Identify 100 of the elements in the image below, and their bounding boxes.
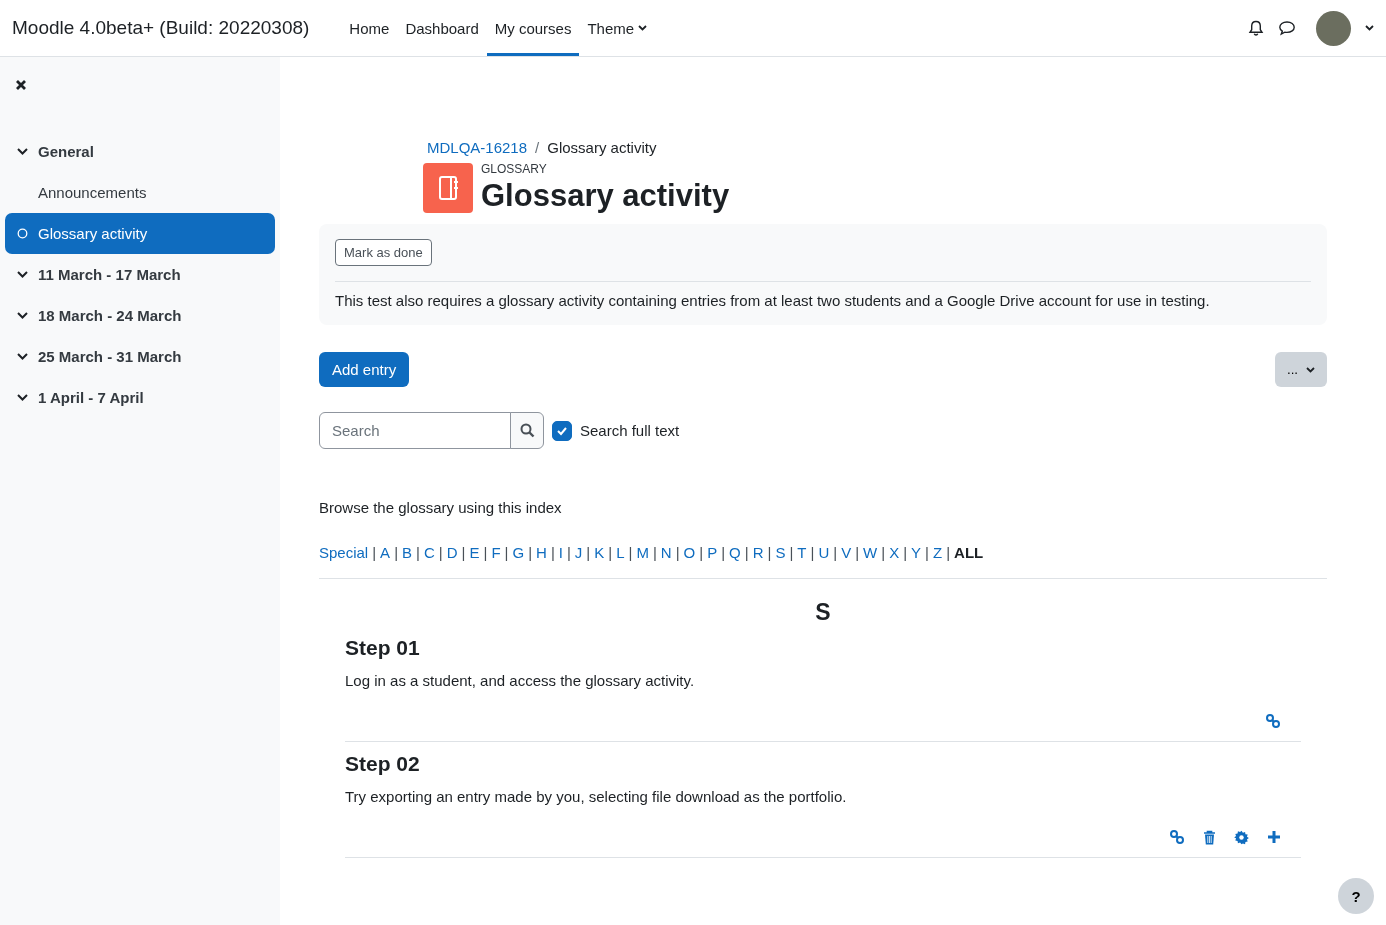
caret-icon: [1306, 366, 1316, 373]
index-letter-link[interactable]: N: [660, 544, 672, 561]
index-separator: |: [528, 544, 533, 561]
sidebar-item[interactable]: 18 March - 24 March: [5, 295, 275, 336]
index-separator: |: [608, 544, 613, 561]
letter-heading: S: [814, 599, 832, 626]
index-separator: |: [566, 544, 571, 561]
index-caption: Browse the glossary using this index: [319, 499, 563, 516]
index-separator: |: [881, 544, 886, 561]
index-letter-link[interactable]: M: [636, 544, 649, 561]
nav-link[interactable]: Theme: [579, 0, 656, 56]
index-letter-link[interactable]: U: [818, 544, 830, 561]
caret-icon[interactable]: [1365, 25, 1374, 31]
breadcrumb-link[interactable]: MDLQA-16218: [427, 139, 528, 156]
chevron-icon: [17, 353, 28, 360]
index-separator: |: [628, 544, 633, 561]
index-separator: |: [744, 544, 749, 561]
index-separator: |: [394, 544, 399, 561]
index-separator: |: [675, 544, 680, 561]
sidebar-item[interactable]: 25 March - 31 March: [5, 336, 275, 377]
index-letter-link[interactable]: T: [797, 544, 807, 561]
index-letter-link[interactable]: I: [558, 544, 563, 561]
module-type-label: GLOSSARY: [481, 162, 548, 176]
index-letter-link[interactable]: V: [841, 544, 852, 561]
index-letter-link[interactable]: H: [536, 544, 547, 561]
search-button[interactable]: [510, 412, 544, 449]
index-letter-link[interactable]: Y: [911, 544, 922, 561]
breadcrumb-current: Glossary activity: [547, 139, 657, 156]
index-letter-link[interactable]: A: [380, 544, 391, 561]
chain-link-icon[interactable]: [1265, 713, 1281, 729]
page-title: Glossary activity: [481, 178, 730, 214]
sidebar-item[interactable]: 1 April - 7 April: [5, 377, 275, 418]
nav-link[interactable]: My courses: [486, 0, 580, 56]
index-letter-link[interactable]: D: [446, 544, 458, 561]
entry-text: Try exporting an entry made by you, selecting file download as the portfolio.: [345, 788, 848, 805]
chat-bubble-icon[interactable]: [1278, 20, 1296, 36]
help-button[interactable]: ?: [1338, 878, 1374, 914]
index-letter-link[interactable]: ALL: [954, 544, 984, 561]
sidebar-item[interactable]: Announcements: [5, 172, 275, 213]
index-separator: |: [767, 544, 772, 561]
gear-icon[interactable]: [1234, 829, 1249, 845]
breadcrumb-separator: /: [535, 139, 540, 156]
nav-link[interactable]: Dashboard: [397, 0, 487, 56]
index-separator: |: [652, 544, 657, 561]
index-letter-link[interactable]: F: [491, 544, 501, 561]
checkbox[interactable]: [552, 420, 572, 441]
index-separator: |: [461, 544, 466, 561]
index-letter-link[interactable]: Q: [729, 544, 741, 561]
checkmark-icon: [556, 425, 568, 436]
chain-link-icon[interactable]: [1169, 829, 1185, 845]
index-letter-link[interactable]: S: [775, 544, 786, 561]
index-separator: |: [586, 544, 591, 561]
chevron-icon: [17, 312, 28, 319]
plus-icon[interactable]: [1267, 830, 1281, 844]
index-letter-link[interactable]: O: [683, 544, 696, 561]
sidebar-item[interactable]: General: [5, 131, 275, 172]
index-letter-link[interactable]: R: [752, 544, 764, 561]
index-letter-link[interactable]: P: [707, 544, 718, 561]
entry-text: Log in as a student, and access the glossary activity.: [345, 672, 696, 689]
index-separator: |: [550, 544, 555, 561]
index-letter-link[interactable]: X: [889, 544, 900, 561]
index-separator: |: [372, 544, 377, 561]
entry-title: Step 02: [345, 752, 421, 776]
index-separator: |: [504, 544, 509, 561]
close-icon[interactable]: [15, 79, 27, 91]
index-letter-link[interactable]: K: [594, 544, 605, 561]
index-letter-link[interactable]: B: [402, 544, 413, 561]
chevron-icon: [17, 271, 28, 278]
entry-title: Step 01: [345, 636, 421, 660]
activity-description: This test also requires a glossary activity containing entries from at least two students and a Google Drive account for use in testing.: [335, 292, 1211, 309]
index-letter-link[interactable]: C: [423, 544, 435, 561]
notebook-icon: [423, 163, 473, 213]
search-icon: [519, 423, 535, 438]
sidebar-item[interactable]: Glossary activity: [5, 213, 275, 254]
user-avatar[interactable]: [1316, 10, 1351, 46]
nav-link[interactable]: Home: [341, 0, 398, 56]
trash-icon[interactable]: [1203, 829, 1216, 845]
sidebar-item[interactable]: 11 March - 17 March: [5, 254, 275, 295]
index-letter-link[interactable]: L: [616, 544, 625, 561]
more-actions-button[interactable]: ...: [1275, 352, 1327, 387]
index-separator: |: [438, 544, 443, 561]
index-separator: |: [946, 544, 951, 561]
index-letter-link[interactable]: Z: [933, 544, 943, 561]
index-letter-link[interactable]: E: [469, 544, 480, 561]
checkbox-label[interactable]: Search full text: [580, 422, 680, 439]
mark-as-done-button[interactable]: Mark as done: [335, 239, 432, 266]
index-letter-link[interactable]: W: [863, 544, 878, 561]
site-name[interactable]: Moodle 4.0beta+ (Build: 20220308): [12, 17, 310, 39]
index-separator: |: [855, 544, 860, 561]
index-letter-link[interactable]: J: [574, 544, 583, 561]
search-field[interactable]: Search: [319, 412, 511, 449]
index-separator: |: [721, 544, 726, 561]
index-letter-link[interactable]: Special: [319, 544, 369, 561]
index-separator: |: [833, 544, 838, 561]
bell-icon[interactable]: [1248, 19, 1264, 37]
index-letter-link[interactable]: G: [512, 544, 525, 561]
chevron-icon: [17, 394, 28, 401]
add-entry-button[interactable]: Add entry: [319, 352, 410, 387]
circle-icon: [17, 228, 28, 239]
index-separator: |: [789, 544, 794, 561]
